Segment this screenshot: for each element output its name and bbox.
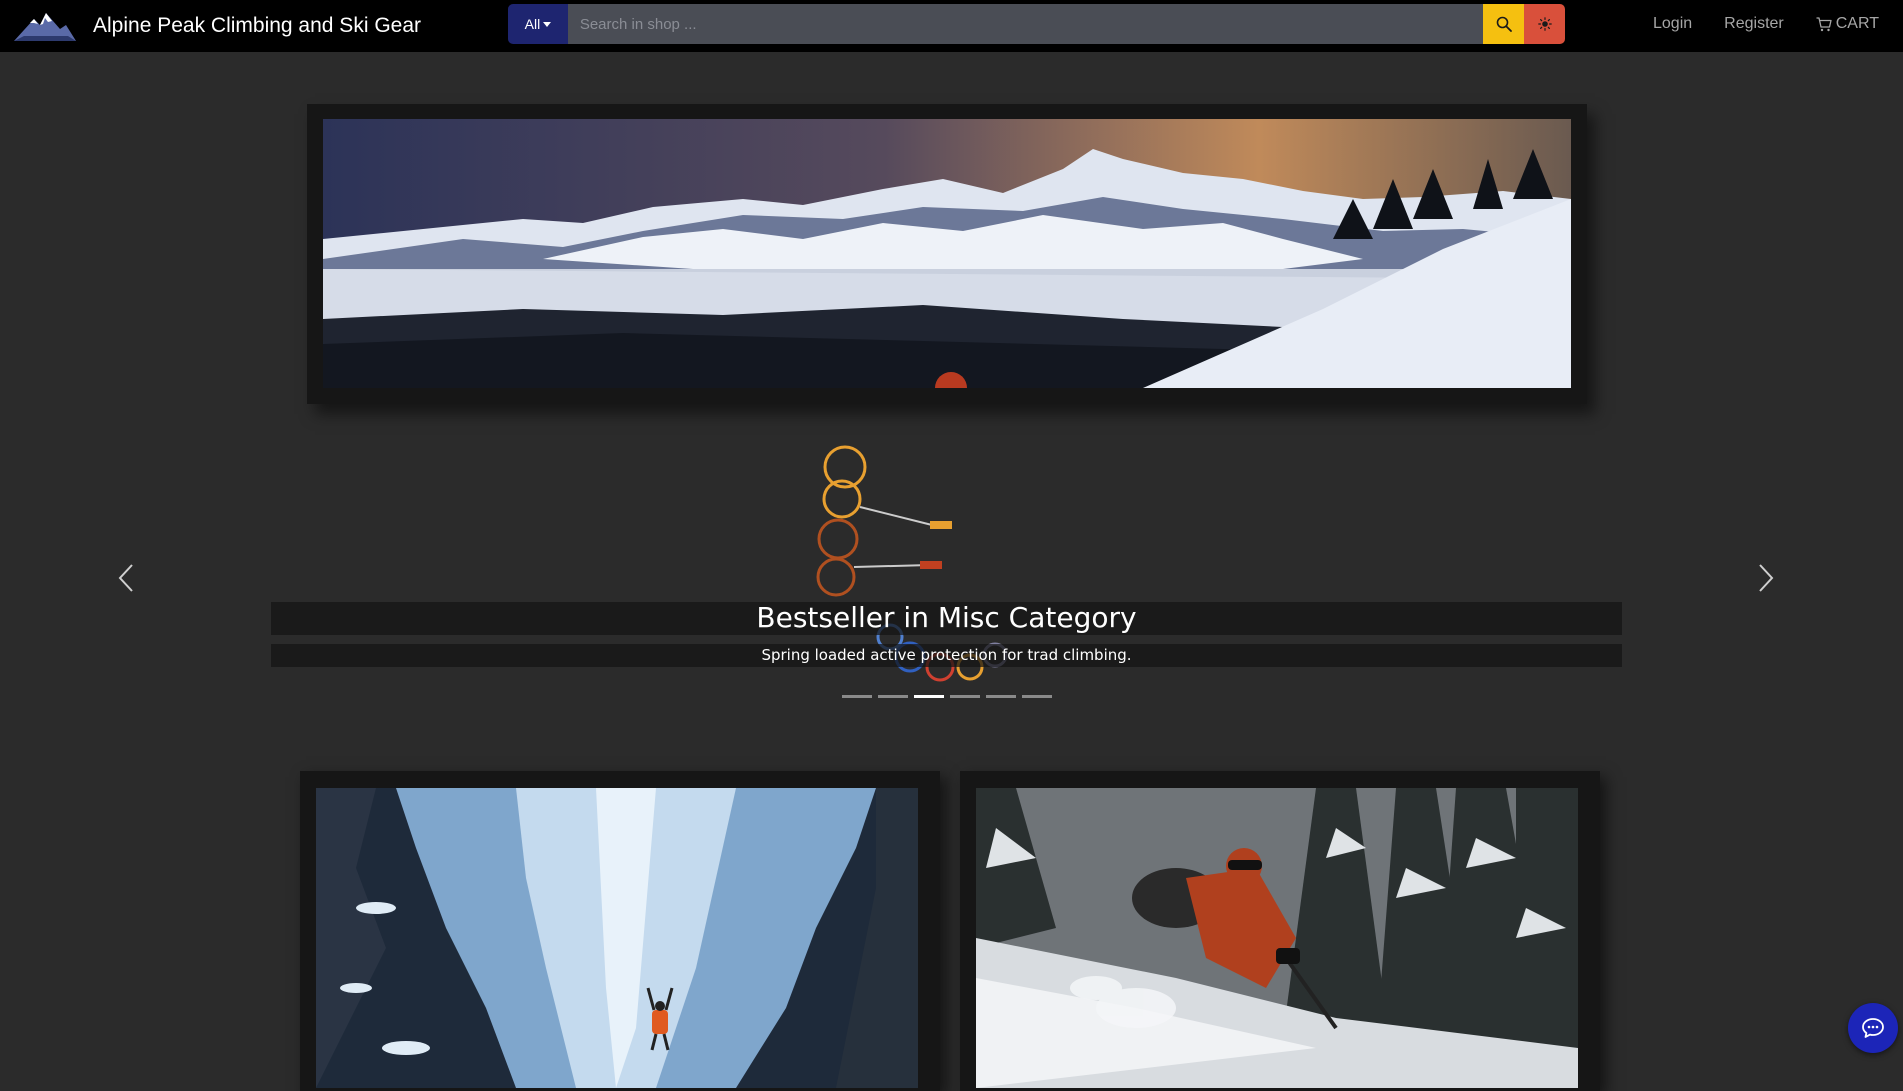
sun-icon xyxy=(1537,17,1552,31)
chevron-left-icon xyxy=(118,564,133,592)
search-scope-label: All xyxy=(524,16,541,32)
carousel-indicators xyxy=(842,695,1058,698)
brand-name: Alpine Peak Climbing and Ski Gear xyxy=(93,14,422,37)
carousel-caption-title: Bestseller in Misc Category xyxy=(756,601,1137,634)
slide-product-image xyxy=(790,437,1110,727)
chat-button[interactable] xyxy=(1848,1003,1898,1053)
theme-toggle-button[interactable] xyxy=(1524,4,1565,44)
cart-label: CART xyxy=(1835,15,1879,32)
ice-climbing-image xyxy=(316,788,918,1088)
product-carousel: Bestseller in Misc Category Spring loade… xyxy=(0,432,1903,732)
chat-icon xyxy=(1862,1018,1884,1038)
carousel-indicator-active[interactable] xyxy=(914,695,944,698)
login-link[interactable]: Login xyxy=(1653,15,1692,33)
register-link[interactable]: Register xyxy=(1724,15,1784,33)
search-scope-dropdown[interactable]: All xyxy=(508,4,568,44)
caret-down-icon xyxy=(543,21,552,27)
search-button[interactable] xyxy=(1483,4,1525,44)
carousel-indicator[interactable] xyxy=(878,695,908,698)
hero-image xyxy=(323,119,1571,388)
brand-link[interactable]: Alpine Peak Climbing and Ski Gear xyxy=(12,6,421,46)
hero-banner xyxy=(307,104,1587,404)
search-icon xyxy=(1496,16,1512,32)
nav-links: Login Register CART xyxy=(1621,0,1879,48)
backcountry-skiing-image xyxy=(976,788,1578,1088)
top-navbar: Alpine Peak Climbing and Ski Gear All Se… xyxy=(0,0,1903,52)
carousel-indicator[interactable] xyxy=(1022,695,1052,698)
cart-icon xyxy=(1816,16,1832,31)
carousel-prev-button[interactable] xyxy=(106,554,146,602)
carousel-indicator[interactable] xyxy=(950,695,980,698)
search-group: All xyxy=(508,4,1565,44)
carousel-next-button[interactable] xyxy=(1746,554,1786,602)
mountain-logo-icon xyxy=(12,9,78,43)
category-card-skiing[interactable] xyxy=(960,771,1600,1091)
chevron-right-icon xyxy=(1759,564,1774,592)
carousel-caption-text: Spring loaded active protection for trad… xyxy=(761,646,1132,664)
search-input[interactable] xyxy=(567,4,1484,44)
carousel-indicator[interactable] xyxy=(842,695,872,698)
carousel-indicator[interactable] xyxy=(986,695,1016,698)
cart-link[interactable]: CART xyxy=(1816,15,1879,33)
category-card-climbing[interactable] xyxy=(300,771,940,1091)
